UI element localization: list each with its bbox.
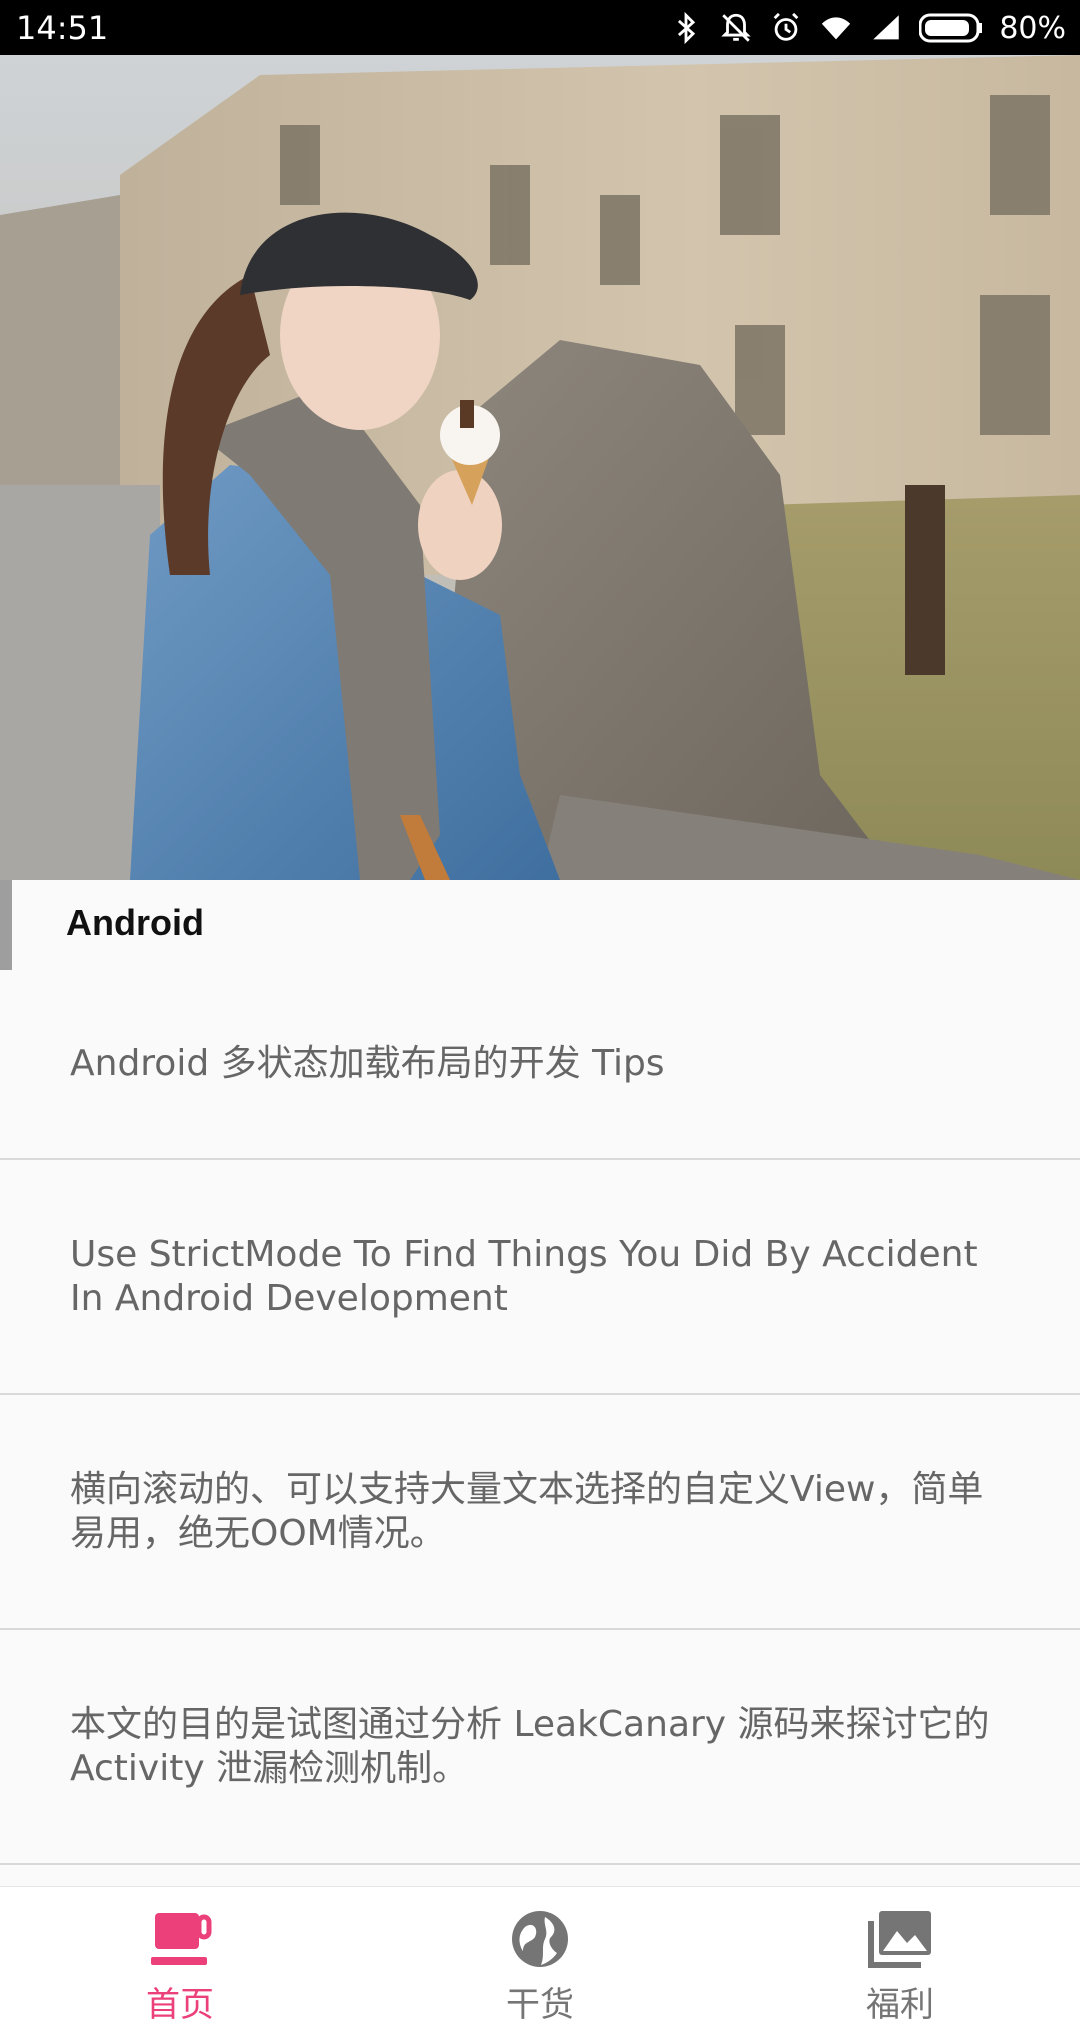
bluetooth-icon bbox=[678, 11, 696, 45]
nav-home[interactable]: 首页 bbox=[0, 1887, 360, 2041]
nav-resources-label: 干货 bbox=[506, 1985, 574, 2025]
hero-photo[interactable] bbox=[0, 55, 1080, 880]
globe-icon bbox=[512, 1911, 568, 1967]
status-time: 14:51 bbox=[16, 9, 109, 47]
list-item[interactable]: Android 多状态加载布局的开发 Tips bbox=[0, 970, 1080, 1160]
battery-percent: 80% bbox=[999, 10, 1066, 46]
bottom-navigation: 首页 干货 福利 bbox=[0, 1886, 1080, 2041]
list-item-title: Use StrictMode To Find Things You Did By… bbox=[70, 1233, 978, 1319]
cup-icon bbox=[151, 1913, 212, 1965]
list-item-title: Android 多状态加载布局的开发 Tips bbox=[70, 1043, 665, 1084]
status-icons: 80% bbox=[669, 8, 1066, 48]
nav-welfare-label: 福利 bbox=[866, 1985, 934, 2025]
list-item[interactable]: Use StrictMode To Find Things You Did By… bbox=[0, 1160, 1080, 1395]
section-title: Android bbox=[66, 902, 204, 943]
alarm-icon bbox=[773, 12, 799, 41]
article-list: Android 多状态加载布局的开发 Tips Use StrictMode T… bbox=[0, 970, 1080, 1865]
nav-home-label: 首页 bbox=[146, 1985, 214, 2025]
nav-resources[interactable]: 干货 bbox=[360, 1887, 720, 2041]
list-item-title: 横向滚动的、可以支持大量文本选择的自定义View，简单易用，绝无OOM情况。 bbox=[70, 1468, 984, 1554]
list-item[interactable]: 横向滚动的、可以支持大量文本选择的自定义View，简单易用，绝无OOM情况。 bbox=[0, 1395, 1080, 1630]
list-item[interactable]: 本文的目的是试图通过分析 LeakCanary 源码来探讨它的 Activity… bbox=[0, 1630, 1080, 1865]
gallery-icon bbox=[868, 1911, 931, 1968]
mute-icon bbox=[721, 13, 752, 42]
status-bar: 14:51 80% bbox=[0, 0, 1080, 55]
section-header: Android bbox=[0, 880, 1080, 970]
wifi-icon bbox=[822, 17, 851, 40]
section-indicator bbox=[0, 880, 12, 970]
hero-image bbox=[0, 55, 1080, 880]
signal-icon bbox=[873, 15, 900, 40]
list-item-title: 本文的目的是试图通过分析 LeakCanary 源码来探讨它的 Activity… bbox=[70, 1703, 990, 1789]
battery-icon bbox=[919, 13, 983, 43]
nav-welfare[interactable]: 福利 bbox=[720, 1887, 1080, 2041]
